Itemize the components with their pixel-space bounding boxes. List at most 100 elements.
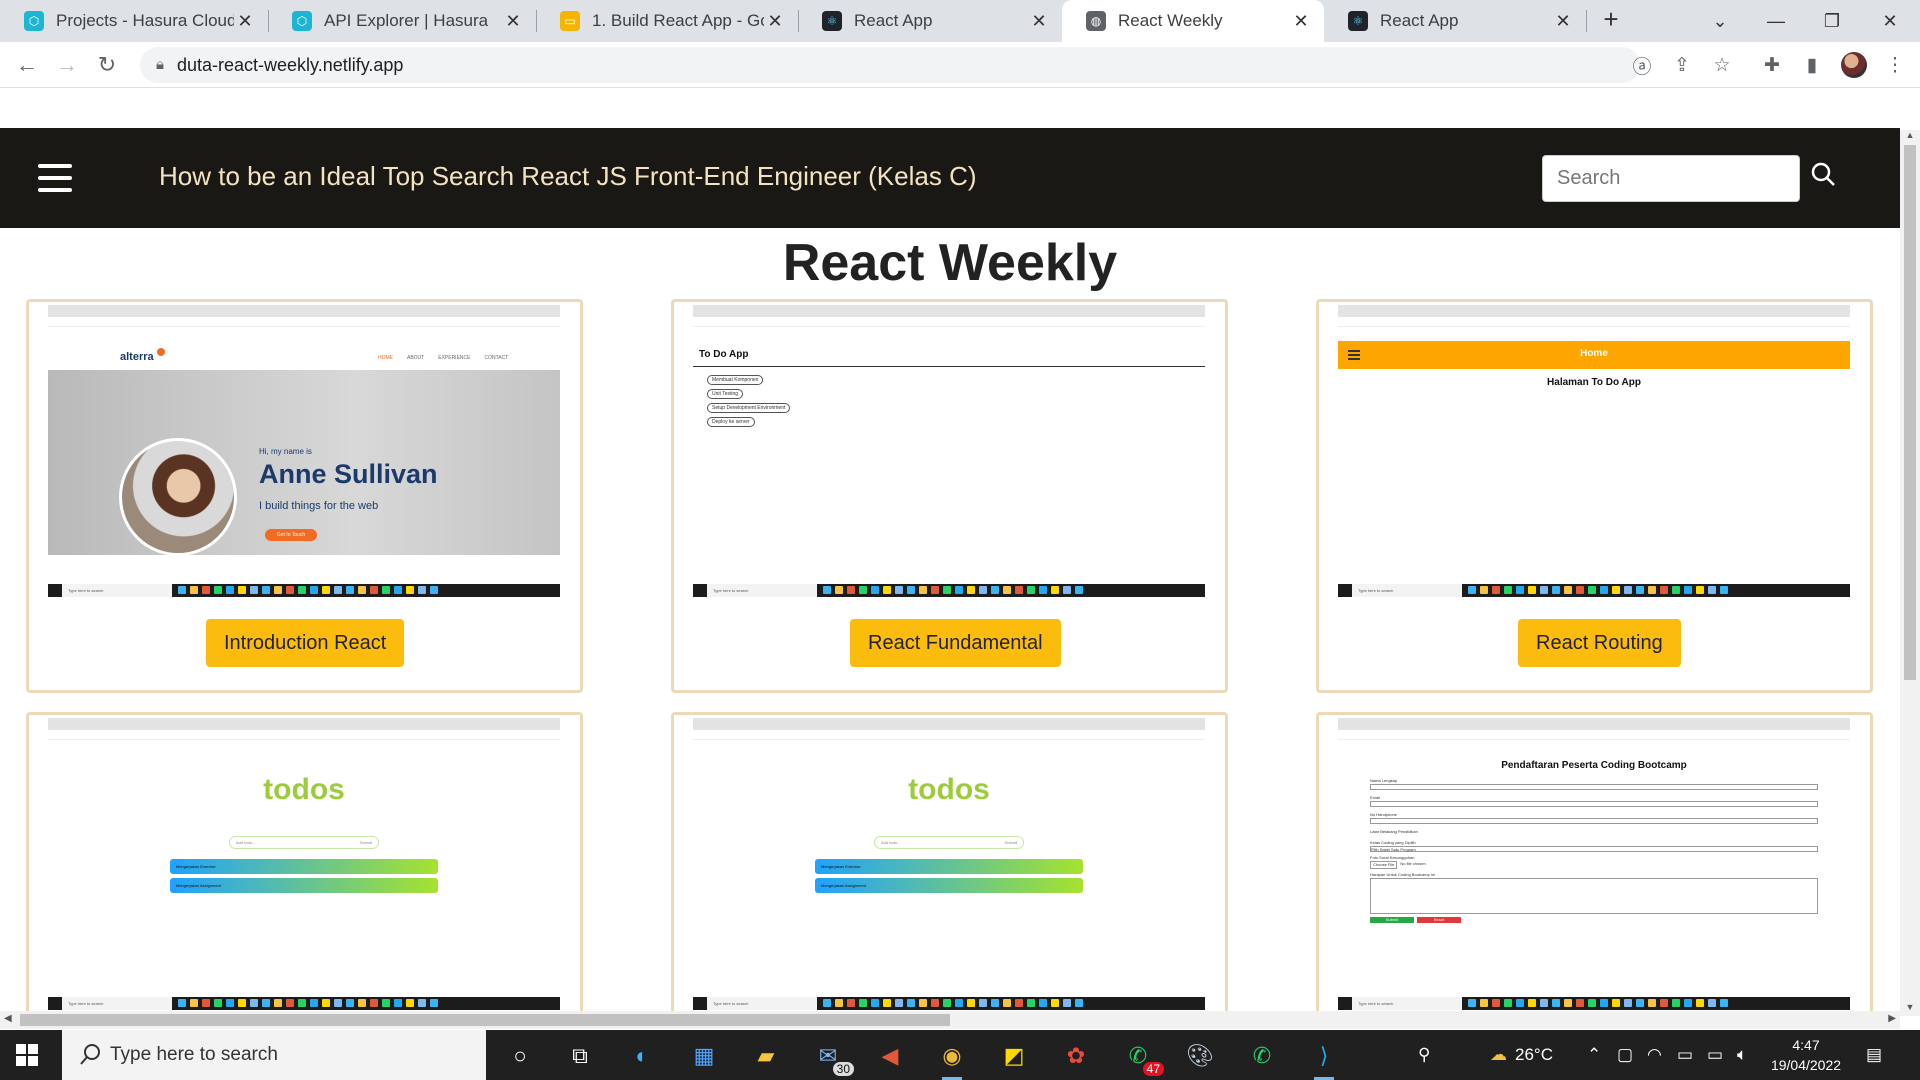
translate-icon[interactable]: ⓐ	[1627, 50, 1657, 80]
globe-icon: ◍	[1086, 11, 1106, 31]
meet-now-icon[interactable]: ▢	[1617, 1030, 1633, 1080]
card-pendaftaran-bootcamp: Pendaftaran Peserta Coding Bootcamp Nama…	[1316, 712, 1873, 1017]
address-toolbar: ← → ↻ 🔒︎ duta-react-weekly.netlify.app ⓐ…	[0, 42, 1920, 88]
keyboard-icon[interactable]: ▭	[1677, 1030, 1693, 1080]
preview-taskbar-icon	[214, 586, 222, 594]
taskbar-clock[interactable]: 4:47 19/04/2022	[1768, 1035, 1844, 1075]
card-react-routing: Home Halaman To Do App Type here to sear…	[1316, 299, 1873, 693]
close-tab-icon[interactable]: ✕	[764, 11, 786, 32]
cortana-icon[interactable]: ○	[502, 1038, 538, 1074]
tab-build-react-app-slides[interactable]: ▭ 1. Build React App - Google ✕	[536, 0, 798, 42]
whatsapp-icon[interactable]: ✆	[1244, 1038, 1280, 1074]
weather-widget[interactable]: ☁ 26°C	[1490, 1030, 1553, 1080]
preview-taskbar-icon	[871, 586, 879, 594]
file-explorer-icon[interactable]: ▰	[748, 1038, 784, 1074]
card-preview-screenshot: todos Add todo... Submit Mengerjakan Exer…	[693, 718, 1205, 1010]
windows-taskbar: Type here to search ○ ⧉ ◐ ▦ ▰ ✉ 30 ◀ ◉ ◩ …	[0, 1030, 1920, 1080]
windows-start-icon[interactable]	[16, 1044, 38, 1066]
omnibox[interactable]: 🔒︎ duta-react-weekly.netlify.app	[140, 47, 1640, 83]
close-tab-icon[interactable]: ✕	[1290, 11, 1312, 32]
vscode-icon[interactable]: ⟩	[1306, 1038, 1342, 1080]
tab-react-weekly[interactable]: ◍ React Weekly ✕	[1062, 0, 1324, 42]
paint-3d-icon[interactable]: ✿	[1058, 1038, 1094, 1074]
react-routing-button[interactable]: React Routing	[1518, 619, 1681, 667]
volume-icon[interactable]: 🔈︎	[1737, 1030, 1747, 1080]
vertical-scrollbar[interactable]: ▲ ▼	[1900, 130, 1920, 1016]
preview-taskbar-icon	[1612, 999, 1620, 1007]
sticky-notes-icon[interactable]: ◩	[996, 1038, 1032, 1074]
close-tab-icon[interactable]: ✕	[1028, 11, 1050, 32]
tab-projects-hasura-cloud[interactable]: ⬡ Projects - Hasura Cloud ✕	[0, 0, 268, 42]
preview-taskbar-icon	[919, 586, 927, 594]
horizontal-scroll-thumb[interactable]	[20, 1014, 950, 1026]
preview-taskbar-icon	[931, 999, 939, 1007]
mail-icon[interactable]: ✉ 30	[810, 1038, 854, 1076]
tab-react-app-1[interactable]: ⚛ React App ✕	[798, 0, 1062, 42]
share-icon[interactable]: ⇪	[1667, 50, 1697, 80]
forward-arrow-icon[interactable]: →	[52, 50, 82, 80]
search-icon[interactable]	[1808, 158, 1838, 194]
preview-taskbar-icon	[250, 586, 258, 594]
chrome-icon[interactable]: ◉	[934, 1038, 970, 1080]
hamburger-menu-icon[interactable]	[38, 164, 72, 192]
preview-taskbar-icon	[1600, 999, 1608, 1007]
notifications-icon[interactable]: ▤	[1866, 1030, 1882, 1080]
lock-icon[interactable]: 🔒︎	[156, 56, 164, 73]
preview-taskbar-icon	[1003, 586, 1011, 594]
preview-taskbar-icon	[1003, 999, 1011, 1007]
react-fundamental-button[interactable]: React Fundamental	[850, 619, 1061, 667]
tab-api-explorer-hasura[interactable]: ⬡ API Explorer | Hasura ✕	[268, 0, 536, 42]
people-icon[interactable]: ⚲	[1418, 1030, 1430, 1080]
preview-taskbar-icon	[310, 999, 318, 1007]
preview-taskbar-icon	[370, 586, 378, 594]
back-arrow-icon[interactable]: ←	[12, 50, 42, 80]
side-panel-icon[interactable]: ▮	[1797, 50, 1827, 80]
tab-search-chevron-icon[interactable]: ⌄	[1692, 0, 1748, 42]
preview-taskbar-icon	[895, 999, 903, 1007]
mail-badge: 30	[832, 1062, 854, 1076]
preview-taskbar-icon	[394, 586, 402, 594]
preview-taskbar-icon	[1720, 999, 1728, 1007]
horizontal-scrollbar[interactable]: ◀ ▶	[0, 1011, 1900, 1029]
preview-taskbar-icon	[931, 586, 939, 594]
task-view-icon[interactable]: ⧉	[562, 1038, 598, 1074]
preview-taskbar-icon	[1039, 586, 1047, 594]
preview-taskbar-icon	[178, 586, 186, 594]
preview-taskbar-icon	[298, 999, 306, 1007]
chevron-up-icon[interactable]: ⌃	[1587, 1030, 1601, 1080]
close-window-button[interactable]: ✕	[1862, 0, 1918, 42]
whatsapp-business-icon[interactable]: ✆ 47	[1120, 1038, 1164, 1076]
media-player-icon[interactable]: ◀	[872, 1038, 908, 1074]
battery-icon[interactable]: ▭	[1707, 1030, 1723, 1080]
maximize-button[interactable]: ❐	[1804, 0, 1860, 42]
preview-taskbar-icon	[322, 999, 330, 1007]
preview-taskbar-search: Type here to search	[62, 584, 172, 597]
preview-taskbar-icon	[943, 586, 951, 594]
close-tab-icon[interactable]: ✕	[1552, 11, 1574, 32]
taskbar-search-box[interactable]: Type here to search	[62, 1030, 486, 1080]
kebab-menu-icon[interactable]: ⋮	[1880, 50, 1910, 80]
preview-taskbar-icon	[1708, 999, 1716, 1007]
close-tab-icon[interactable]: ✕	[502, 11, 524, 32]
reload-icon[interactable]: ↻	[92, 50, 122, 80]
new-tab-button[interactable]: +	[1595, 4, 1627, 35]
introduction-react-button[interactable]: Introduction React	[206, 619, 405, 667]
vertical-scroll-thumb[interactable]	[1904, 145, 1916, 680]
search-input[interactable]	[1542, 155, 1800, 202]
edge-icon[interactable]: ◐	[624, 1038, 660, 1074]
paint-icon[interactable]: 🎨︎	[1182, 1038, 1218, 1074]
profile-avatar[interactable]	[1841, 52, 1867, 78]
tab-react-app-2[interactable]: ⚛ React App ✕	[1324, 0, 1586, 42]
site-navbar: How to be an Ideal Top Search React JS F…	[0, 128, 1900, 228]
preview-taskbar-icon	[955, 999, 963, 1007]
microsoft-store-icon[interactable]: ▦	[686, 1038, 722, 1074]
preview-taskbar-icon	[1480, 999, 1488, 1007]
site-header-title: How to be an Ideal Top Search React JS F…	[159, 161, 977, 191]
extensions-puzzle-icon[interactable]: ✚	[1757, 50, 1787, 80]
wifi-icon[interactable]: ◠	[1647, 1030, 1662, 1080]
preview-taskbar-icon	[346, 999, 354, 1007]
bookmark-star-icon[interactable]: ☆	[1707, 50, 1737, 80]
close-tab-icon[interactable]: ✕	[234, 11, 256, 32]
minimize-button[interactable]: —	[1748, 0, 1804, 42]
card-preview-screenshot: todos Add todo... Submit Mengerjakan Exer…	[48, 718, 560, 1010]
